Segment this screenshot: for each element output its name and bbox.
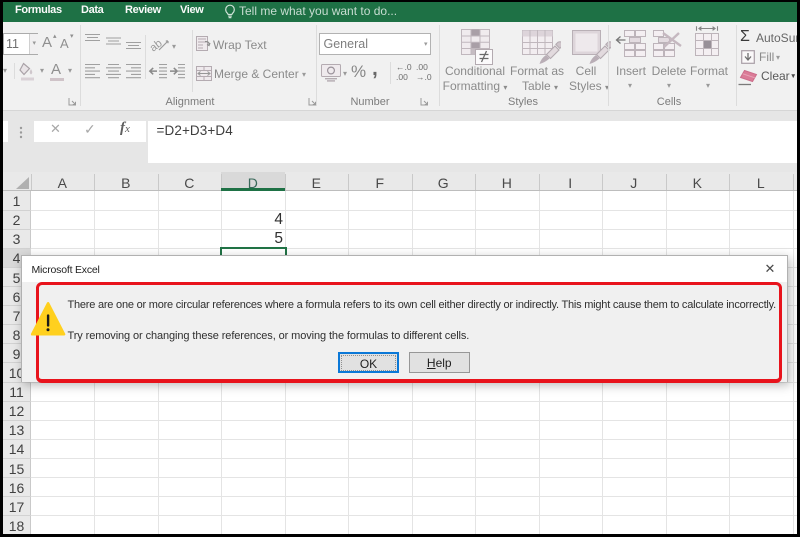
svg-text:ab: ab — [150, 37, 165, 52]
